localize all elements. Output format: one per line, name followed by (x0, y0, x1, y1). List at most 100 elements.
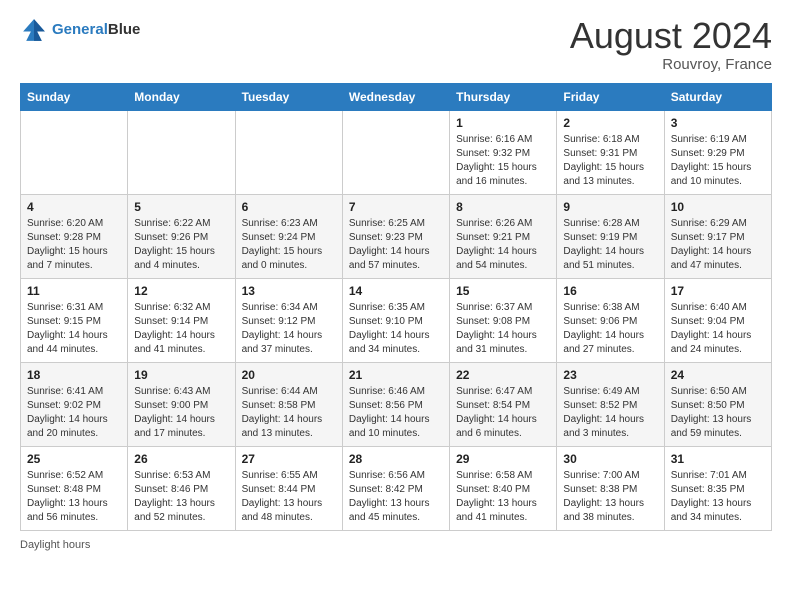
day-number: 11 (27, 284, 121, 298)
day-number: 16 (563, 284, 657, 298)
day-info: Sunrise: 6:43 AMSunset: 9:00 PMDaylight:… (134, 385, 228, 441)
day-number: 23 (563, 368, 657, 382)
day-info: Sunrise: 6:37 AMSunset: 9:08 PMDaylight:… (456, 301, 550, 357)
day-number: 27 (242, 452, 336, 466)
week-row-4: 25Sunrise: 6:52 AMSunset: 8:48 PMDayligh… (21, 446, 772, 530)
day-info: Sunrise: 6:47 AMSunset: 8:54 PMDaylight:… (456, 385, 550, 441)
week-row-1: 4 Sunrise: 6:20 AMSunset: 9:28 PMDaylight… (21, 194, 772, 278)
day-number: 7 (349, 200, 443, 214)
day-number: 30 (563, 452, 657, 466)
title-block: August 2024 Rouvroy, France (570, 16, 772, 73)
day-number: 12 (134, 284, 228, 298)
col-header-friday: Friday (557, 83, 664, 110)
col-header-saturday: Saturday (664, 83, 771, 110)
day-number: 4 (27, 200, 121, 214)
day-number: 10 (671, 200, 765, 214)
day-info: Sunrise: 6:50 AMSunset: 8:50 PMDaylight:… (671, 385, 765, 441)
day-info: Sunrise: 6:18 AMSunset: 9:31 PMDaylight:… (563, 133, 657, 189)
day-cell-11: 11 Sunrise: 6:31 AMSunset: 9:15 PMDayligh… (21, 278, 128, 362)
logo-blue: Blue (108, 21, 141, 38)
day-cell-18: 18 Sunrise: 6:41 AMSunset: 9:02 PMDayligh… (21, 362, 128, 446)
day-cell-27: 27 Sunrise: 6:55 AMSunset: 8:44 PMDayligh… (235, 446, 342, 530)
col-header-thursday: Thursday (450, 83, 557, 110)
col-header-wednesday: Wednesday (342, 83, 449, 110)
week-row-0: 1 Sunrise: 6:16 AMSunset: 9:32 PMDaylight… (21, 110, 772, 194)
day-cell-28: 28 Sunrise: 6:56 AMSunset: 8:42 PMDayligh… (342, 446, 449, 530)
col-header-monday: Monday (128, 83, 235, 110)
day-info: Sunrise: 6:56 AMSunset: 8:42 PMDaylight:… (349, 469, 443, 525)
day-info: Sunrise: 6:44 AMSunset: 8:58 PMDaylight:… (242, 385, 336, 441)
day-cell-3: 3Sunrise: 6:19 AMSunset: 9:29 PMDaylight… (664, 110, 771, 194)
logo-icon (20, 16, 48, 44)
day-info: Sunrise: 6:34 AMSunset: 9:12 PMDaylight:… (242, 301, 336, 357)
day-number: 9 (563, 200, 657, 214)
day-number: 28 (349, 452, 443, 466)
day-info: Sunrise: 6:16 AMSunset: 9:32 PMDaylight:… (456, 133, 550, 189)
day-cell-22: 22 Sunrise: 6:47 AMSunset: 8:54 PMDayligh… (450, 362, 557, 446)
day-cell-7: 7 Sunrise: 6:25 AMSunset: 9:23 PMDaylight… (342, 194, 449, 278)
day-info: Sunrise: 6:35 AMSunset: 9:10 PMDaylight:… (349, 301, 443, 357)
day-info: Sunrise: 6:55 AMSunset: 8:44 PMDaylight:… (242, 469, 336, 525)
day-info: Sunrise: 6:53 AMSunset: 8:46 PMDaylight:… (134, 469, 228, 525)
footer: Daylight hours (20, 539, 772, 551)
day-cell-19: 19 Sunrise: 6:43 AMSunset: 9:00 PMDayligh… (128, 362, 235, 446)
day-cell-8: 8Sunrise: 6:26 AMSunset: 9:21 PMDaylight… (450, 194, 557, 278)
day-number: 15 (456, 284, 550, 298)
day-info: Sunrise: 6:28 AMSunset: 9:19 PMDaylight:… (563, 217, 657, 273)
logo: GeneralBlue (20, 16, 140, 44)
day-number: 2 (563, 116, 657, 130)
day-cell-13: 13Sunrise: 6:34 AMSunset: 9:12 PMDayligh… (235, 278, 342, 362)
calendar-table: SundayMondayTuesdayWednesdayThursdayFrid… (20, 83, 772, 531)
month-title: August 2024 (570, 16, 772, 56)
day-number: 17 (671, 284, 765, 298)
week-row-2: 11 Sunrise: 6:31 AMSunset: 9:15 PMDayligh… (21, 278, 772, 362)
day-number: 26 (134, 452, 228, 466)
week-row-3: 18 Sunrise: 6:41 AMSunset: 9:02 PMDayligh… (21, 362, 772, 446)
day-number: 24 (671, 368, 765, 382)
col-header-tuesday: Tuesday (235, 83, 342, 110)
day-number: 29 (456, 452, 550, 466)
day-info: Sunrise: 6:23 AMSunset: 9:24 PMDaylight:… (242, 217, 336, 273)
day-info: Sunrise: 6:31 AMSunset: 9:15 PMDaylight:… (27, 301, 121, 357)
day-info: Sunrise: 6:20 AMSunset: 9:28 PMDaylight:… (27, 217, 121, 273)
page: GeneralBlue August 2024 Rouvroy, France … (0, 0, 792, 612)
day-cell-15: 15 Sunrise: 6:37 AMSunset: 9:08 PMDayligh… (450, 278, 557, 362)
day-cell-23: 23 Sunrise: 6:49 AMSunset: 8:52 PMDayligh… (557, 362, 664, 446)
day-info: Sunrise: 6:40 AMSunset: 9:04 PMDaylight:… (671, 301, 765, 357)
day-info: Sunrise: 6:41 AMSunset: 9:02 PMDaylight:… (27, 385, 121, 441)
day-number: 3 (671, 116, 765, 130)
day-cell-29: 29 Sunrise: 6:58 AMSunset: 8:40 PMDayligh… (450, 446, 557, 530)
header: GeneralBlue August 2024 Rouvroy, France (20, 16, 772, 73)
day-number: 31 (671, 452, 765, 466)
day-cell-5: 5Sunrise: 6:22 AMSunset: 9:26 PMDaylight… (128, 194, 235, 278)
empty-cell (128, 110, 235, 194)
day-number: 14 (349, 284, 443, 298)
day-cell-30: 30Sunrise: 7:00 AMSunset: 8:38 PMDayligh… (557, 446, 664, 530)
day-cell-10: 10Sunrise: 6:29 AMSunset: 9:17 PMDayligh… (664, 194, 771, 278)
logo-general: General (52, 21, 108, 38)
day-info: Sunrise: 6:58 AMSunset: 8:40 PMDaylight:… (456, 469, 550, 525)
day-number: 18 (27, 368, 121, 382)
day-cell-21: 21Sunrise: 6:46 AMSunset: 8:56 PMDayligh… (342, 362, 449, 446)
col-header-sunday: Sunday (21, 83, 128, 110)
day-number: 20 (242, 368, 336, 382)
day-number: 19 (134, 368, 228, 382)
day-cell-20: 20 Sunrise: 6:44 AMSunset: 8:58 PMDayligh… (235, 362, 342, 446)
day-cell-26: 26 Sunrise: 6:53 AMSunset: 8:46 PMDayligh… (128, 446, 235, 530)
header-row: SundayMondayTuesdayWednesdayThursdayFrid… (21, 83, 772, 110)
day-info: Sunrise: 6:38 AMSunset: 9:06 PMDaylight:… (563, 301, 657, 357)
day-info: Sunrise: 6:49 AMSunset: 8:52 PMDaylight:… (563, 385, 657, 441)
day-cell-24: 24 Sunrise: 6:50 AMSunset: 8:50 PMDayligh… (664, 362, 771, 446)
day-number: 21 (349, 368, 443, 382)
day-cell-6: 6 Sunrise: 6:23 AMSunset: 9:24 PMDaylight… (235, 194, 342, 278)
day-info: Sunrise: 6:25 AMSunset: 9:23 PMDaylight:… (349, 217, 443, 273)
day-cell-9: 9 Sunrise: 6:28 AMSunset: 9:19 PMDaylight… (557, 194, 664, 278)
logo-text: GeneralBlue (52, 21, 140, 39)
day-number: 25 (27, 452, 121, 466)
day-cell-4: 4 Sunrise: 6:20 AMSunset: 9:28 PMDaylight… (21, 194, 128, 278)
day-cell-1: 1 Sunrise: 6:16 AMSunset: 9:32 PMDaylight… (450, 110, 557, 194)
day-number: 6 (242, 200, 336, 214)
day-number: 1 (456, 116, 550, 130)
day-number: 22 (456, 368, 550, 382)
location: Rouvroy, France (570, 56, 772, 73)
